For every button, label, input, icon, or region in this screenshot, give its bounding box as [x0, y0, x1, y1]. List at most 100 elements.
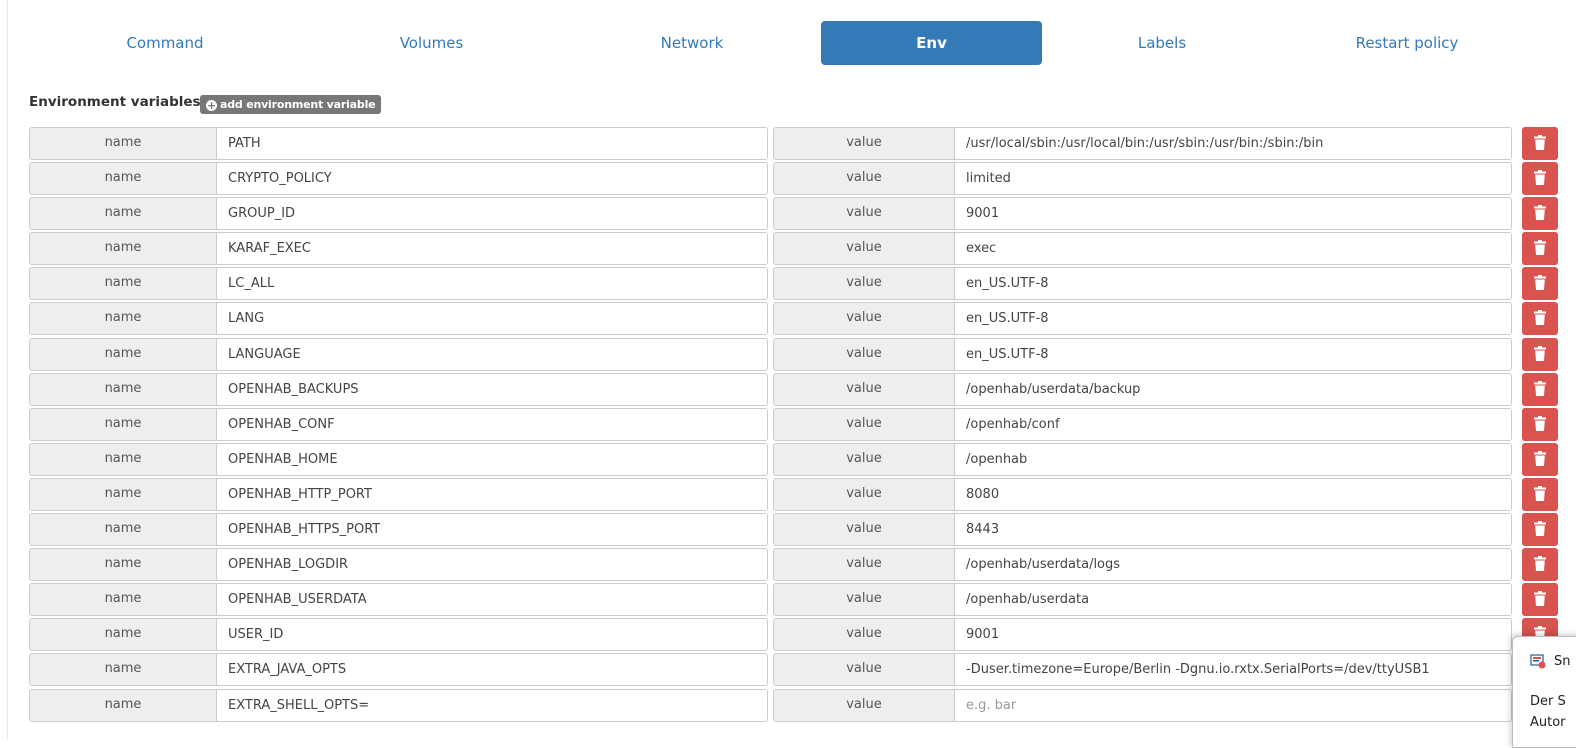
- env-variable-list: namevaluenamevaluenamevaluenamevaluename…: [29, 127, 1559, 724]
- env-name-input[interactable]: [217, 654, 767, 686]
- env-value-input[interactable]: [955, 584, 1511, 616]
- name-addon-label: name: [30, 549, 217, 581]
- env-name-input[interactable]: [217, 514, 767, 546]
- name-addon-label: name: [30, 128, 217, 159]
- env-value-input[interactable]: [955, 408, 1511, 440]
- env-value-input[interactable]: [955, 268, 1511, 300]
- env-value-input[interactable]: [955, 163, 1511, 195]
- name-addon-label: name: [30, 514, 217, 546]
- tab-command[interactable]: Command: [30, 21, 300, 65]
- tab-volumes[interactable]: Volumes: [300, 21, 563, 65]
- env-value-group: value: [773, 513, 1512, 547]
- value-addon-label: value: [774, 654, 955, 686]
- env-name-group: name: [29, 372, 768, 406]
- env-name-input[interactable]: [217, 128, 767, 159]
- value-addon-label: value: [774, 689, 955, 721]
- env-name-input[interactable]: [217, 689, 767, 721]
- env-name-group: name: [29, 618, 768, 652]
- env-name-input[interactable]: [217, 549, 767, 581]
- add-env-variable-button[interactable]: + add environment variable: [200, 95, 382, 114]
- tab-restart-policy[interactable]: Restart policy: [1282, 21, 1532, 65]
- remove-env-variable-button[interactable]: [1522, 267, 1558, 301]
- env-name-input[interactable]: [217, 338, 767, 370]
- env-name-group: name: [29, 513, 768, 547]
- tab-network[interactable]: Network: [563, 21, 821, 65]
- env-variable-row: name value: [29, 302, 1559, 336]
- tab-labels[interactable]: Labels: [1042, 21, 1282, 65]
- env-value-group: value: [773, 407, 1512, 441]
- env-variable-row: name value: [29, 548, 1559, 582]
- remove-env-variable-button[interactable]: [1522, 548, 1558, 582]
- remove-env-variable-button[interactable]: [1522, 302, 1558, 336]
- name-addon-label: name: [30, 584, 217, 616]
- env-value-group: value: [773, 302, 1512, 336]
- env-variable-row: name value: [29, 267, 1559, 301]
- remove-env-variable-button[interactable]: [1522, 372, 1558, 406]
- remove-env-variable-button[interactable]: [1522, 442, 1558, 476]
- env-name-input[interactable]: [217, 198, 767, 230]
- env-name-input[interactable]: [217, 478, 767, 510]
- value-addon-label: value: [774, 338, 955, 370]
- env-name-input[interactable]: [217, 408, 767, 440]
- name-addon-label: name: [30, 654, 217, 686]
- env-name-group: name: [29, 127, 768, 160]
- env-value-group: value: [773, 372, 1512, 406]
- env-value-input[interactable]: [955, 303, 1511, 335]
- env-variable-row: name value: [29, 372, 1559, 406]
- env-value-input[interactable]: [955, 338, 1511, 370]
- env-name-input[interactable]: [217, 303, 767, 335]
- env-value-input[interactable]: [955, 478, 1511, 510]
- name-addon-label: name: [30, 478, 217, 510]
- value-addon-label: value: [774, 443, 955, 475]
- env-name-input[interactable]: [217, 619, 767, 651]
- env-name-group: name: [29, 232, 768, 266]
- env-variable-row: name value: [29, 653, 1559, 687]
- toast-title: Sn: [1554, 654, 1571, 669]
- value-addon-label: value: [774, 549, 955, 581]
- remove-env-variable-button[interactable]: [1522, 162, 1558, 196]
- env-value-input[interactable]: [955, 514, 1511, 546]
- env-value-input[interactable]: [955, 443, 1511, 475]
- env-variable-row: name value: [29, 127, 1559, 160]
- value-addon-label: value: [774, 233, 955, 265]
- env-value-input[interactable]: [955, 233, 1511, 265]
- name-addon-label: name: [30, 373, 217, 405]
- env-value-input[interactable]: [955, 619, 1511, 651]
- remove-env-variable-button[interactable]: [1522, 407, 1558, 441]
- remove-env-variable-button[interactable]: [1522, 197, 1558, 231]
- env-name-input[interactable]: [217, 163, 767, 195]
- value-addon-label: value: [774, 163, 955, 195]
- env-value-input[interactable]: [955, 198, 1511, 230]
- notification-toast[interactable]: Sn Der S Autor: [1512, 636, 1576, 748]
- env-name-group: name: [29, 162, 768, 196]
- value-addon-label: value: [774, 514, 955, 546]
- env-value-input[interactable]: [955, 128, 1511, 159]
- env-name-input[interactable]: [217, 584, 767, 616]
- env-name-input[interactable]: [217, 443, 767, 475]
- remove-env-variable-button[interactable]: [1522, 583, 1558, 617]
- env-value-input[interactable]: [955, 373, 1511, 405]
- remove-env-variable-button[interactable]: [1522, 513, 1558, 547]
- env-value-input[interactable]: [955, 654, 1511, 686]
- env-variable-row: name value: [29, 513, 1559, 547]
- env-value-input[interactable]: [955, 549, 1511, 581]
- remove-env-variable-button[interactable]: [1522, 477, 1558, 511]
- env-name-input[interactable]: [217, 373, 767, 405]
- remove-env-variable-button[interactable]: [1522, 337, 1558, 371]
- name-addon-label: name: [30, 198, 217, 230]
- tab-env[interactable]: Env: [821, 21, 1042, 65]
- remove-env-variable-button[interactable]: [1522, 127, 1558, 160]
- env-section-title: Environment variables: [29, 94, 201, 110]
- env-value-group: value: [773, 477, 1512, 511]
- env-name-group: name: [29, 407, 768, 441]
- env-variable-row: name value: [29, 162, 1559, 196]
- name-addon-label: name: [30, 619, 217, 651]
- env-value-group: value: [773, 548, 1512, 582]
- env-name-input[interactable]: [217, 233, 767, 265]
- remove-env-variable-button[interactable]: [1522, 232, 1558, 266]
- value-addon-label: value: [774, 478, 955, 510]
- env-name-input[interactable]: [217, 268, 767, 300]
- name-addon-label: name: [30, 233, 217, 265]
- env-variable-row: name value: [29, 197, 1559, 231]
- env-value-input[interactable]: [955, 689, 1511, 721]
